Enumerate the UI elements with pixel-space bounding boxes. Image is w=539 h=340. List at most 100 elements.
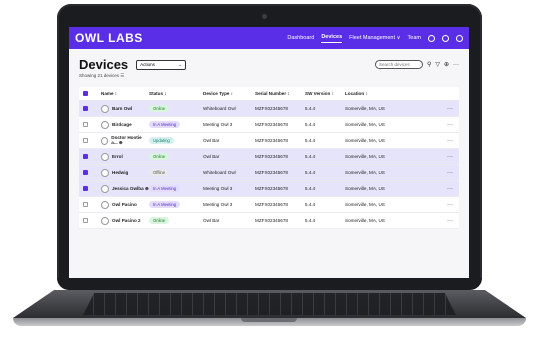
webcam-icon <box>262 14 267 19</box>
chevron-down-icon: ⌄ <box>178 61 183 67</box>
row-checkbox[interactable] <box>79 201 101 208</box>
serial-number: MZFX02345678 <box>255 138 288 143</box>
actions-dropdown[interactable]: Actions ⌄ <box>136 59 187 70</box>
device-name-cell: Doctor Hootie a... ⊕ <box>101 135 149 146</box>
device-name[interactable]: Jessica Owlba ⊕ <box>112 186 149 192</box>
location: Somerville, MA, US <box>345 106 385 111</box>
table-row[interactable]: Owl Pacino In A Meeting Meeting Owl 3 MZFX0… <box>79 197 459 213</box>
device-type: Meeting Owl 3 <box>203 122 233 127</box>
search-input[interactable]: Search devices <box>374 60 423 69</box>
serial-number: MZFX02345678 <box>255 218 288 223</box>
row-checkbox[interactable] <box>79 169 101 176</box>
device-name[interactable]: Hedwig <box>112 170 128 175</box>
row-more-icon[interactable]: ··· <box>415 154 459 160</box>
location: Somerville, MA, US <box>345 202 385 207</box>
filter-icon[interactable]: ▽ <box>435 61 440 68</box>
status-badge: In A Meeting <box>149 185 181 192</box>
more-options-icon[interactable]: ··· <box>453 62 459 68</box>
row-checkbox[interactable] <box>79 217 101 224</box>
top-nav-bar: OWL LABS Dashboard Devices Fleet Managem… <box>69 27 469 49</box>
table-row[interactable]: Barn Owl Online Whiteboard Owl MZFX02345678… <box>79 101 459 117</box>
user-account-icon[interactable] <box>456 34 463 42</box>
location: Somerville, MA, US <box>345 122 385 127</box>
device-type: Owl Bar <box>203 154 220 159</box>
row-more-icon[interactable]: ··· <box>415 202 459 208</box>
row-more-icon[interactable]: ··· <box>415 170 459 176</box>
device-name-cell: Jessica Owlba ⊕ <box>101 184 149 193</box>
search-icon[interactable]: ⚲ <box>427 61 431 68</box>
column-header-sw-version[interactable]: SW Version ↕ <box>305 91 345 96</box>
column-header-device-type[interactable]: Device Type ↕ <box>203 91 255 96</box>
status-cell: Offline <box>149 169 203 176</box>
status-badge: Online <box>149 105 170 112</box>
sw-version: 5.4.4 <box>305 218 316 223</box>
device-name[interactable]: Doctor Hootie a... ⊕ <box>111 135 149 146</box>
add-icon[interactable]: ⊕ <box>444 61 449 68</box>
row-checkbox[interactable] <box>79 121 101 128</box>
serial-number: MZFX02345678 <box>255 202 288 207</box>
row-checkbox[interactable] <box>79 185 101 192</box>
row-more-icon[interactable]: ··· <box>415 186 459 192</box>
status-badge: In A Meeting <box>149 201 181 208</box>
page-header: Devices Actions ⌄ Search devices ⚲ ▽ ⊕ ·… <box>79 57 459 72</box>
table-row[interactable]: Jessica Owlba ⊕ In A Meeting Meeting Owl 3… <box>79 181 459 197</box>
status-badge: Offline <box>149 169 170 176</box>
table-row[interactable]: Owl Pacino 2 Online Owl Bar MZFX02345678 5.4… <box>79 213 459 229</box>
row-checkbox[interactable] <box>79 137 101 144</box>
device-name[interactable]: Owl Pacino <box>112 202 137 207</box>
notification-bell-icon[interactable] <box>442 34 449 42</box>
device-name[interactable]: Owl Pacino 2 <box>112 218 141 223</box>
row-checkbox[interactable] <box>79 153 101 160</box>
sw-version: 5.4.4 <box>305 202 316 207</box>
laptop-base <box>13 290 526 326</box>
device-name-cell: Owl Pacino <box>101 200 149 209</box>
location: Somerville, MA, US <box>345 218 385 223</box>
row-checkbox[interactable] <box>79 105 101 112</box>
status-cell: In A Meeting <box>149 185 203 192</box>
row-more-icon[interactable]: ··· <box>415 106 459 112</box>
nav-dashboard[interactable]: Dashboard <box>287 35 314 41</box>
table-body: Barn Owl Online Whiteboard Owl MZFX02345678… <box>79 101 459 229</box>
status-badge: Updating <box>149 137 174 144</box>
device-name-cell: Barn Owl <box>101 104 149 113</box>
table-row[interactable]: Birdcage In A Meeting Meeting Owl 3 MZFX023… <box>79 117 459 133</box>
status-badge: Online <box>149 217 170 224</box>
brand-logo[interactable]: OWL LABS <box>75 31 143 45</box>
nav-devices[interactable]: Devices <box>321 34 343 43</box>
nav-team[interactable]: Team <box>408 35 421 41</box>
row-more-icon[interactable]: ··· <box>415 138 459 144</box>
column-header-name[interactable]: Name ↕ <box>101 91 149 96</box>
row-more-icon[interactable]: ··· <box>415 122 459 128</box>
status-badge: In A Meeting <box>149 121 181 128</box>
sw-version: 5.4.4 <box>305 154 316 159</box>
sw-version: 5.4.4 <box>305 106 316 111</box>
row-more-icon[interactable]: ··· <box>415 218 459 224</box>
device-name[interactable]: Errol <box>112 154 123 159</box>
device-avatar-icon <box>101 152 109 161</box>
status-cell: Online <box>149 217 203 224</box>
help-icon[interactable] <box>428 34 435 42</box>
toolbar: Search devices ⚲ ▽ ⊕ ··· <box>374 60 459 69</box>
device-avatar-icon <box>101 136 109 145</box>
column-header-status[interactable]: Status ↕ <box>149 91 203 96</box>
table-row[interactable]: Errol Online Owl Bar MZFX02345678 5.4.4 Somer… <box>79 149 459 165</box>
page-title: Devices <box>79 57 129 72</box>
select-all-checkbox[interactable] <box>79 90 101 97</box>
nav-fleet-management[interactable]: Fleet Management ∨ <box>349 35 400 41</box>
device-avatar-icon <box>101 200 109 209</box>
device-name[interactable]: Birdcage <box>112 122 132 127</box>
sw-version: 5.4.4 <box>305 138 316 143</box>
location: Somerville, MA, US <box>345 154 385 159</box>
table-row[interactable]: Hedwig Offline Whiteboard Owl MZFX02345678 5… <box>79 165 459 181</box>
column-header-location[interactable]: Location ↕ <box>345 91 415 96</box>
location: Somerville, MA, US <box>345 186 385 191</box>
serial-number: MZFX02345678 <box>255 186 288 191</box>
table-row[interactable]: Doctor Hootie a... ⊕ Updating Owl Bar MZFX0… <box>79 133 459 149</box>
device-name-cell: Owl Pacino 2 <box>101 216 149 225</box>
column-header-serial-number[interactable]: Serial Number ↕ <box>255 91 305 96</box>
table-header: Name ↕ Status ↕ Device Type ↕ Serial Num… <box>79 87 459 101</box>
device-avatar-icon <box>101 184 109 193</box>
keyboard <box>83 293 456 315</box>
device-name[interactable]: Barn Owl <box>112 106 132 111</box>
device-type: Meeting Owl 3 <box>203 186 233 191</box>
